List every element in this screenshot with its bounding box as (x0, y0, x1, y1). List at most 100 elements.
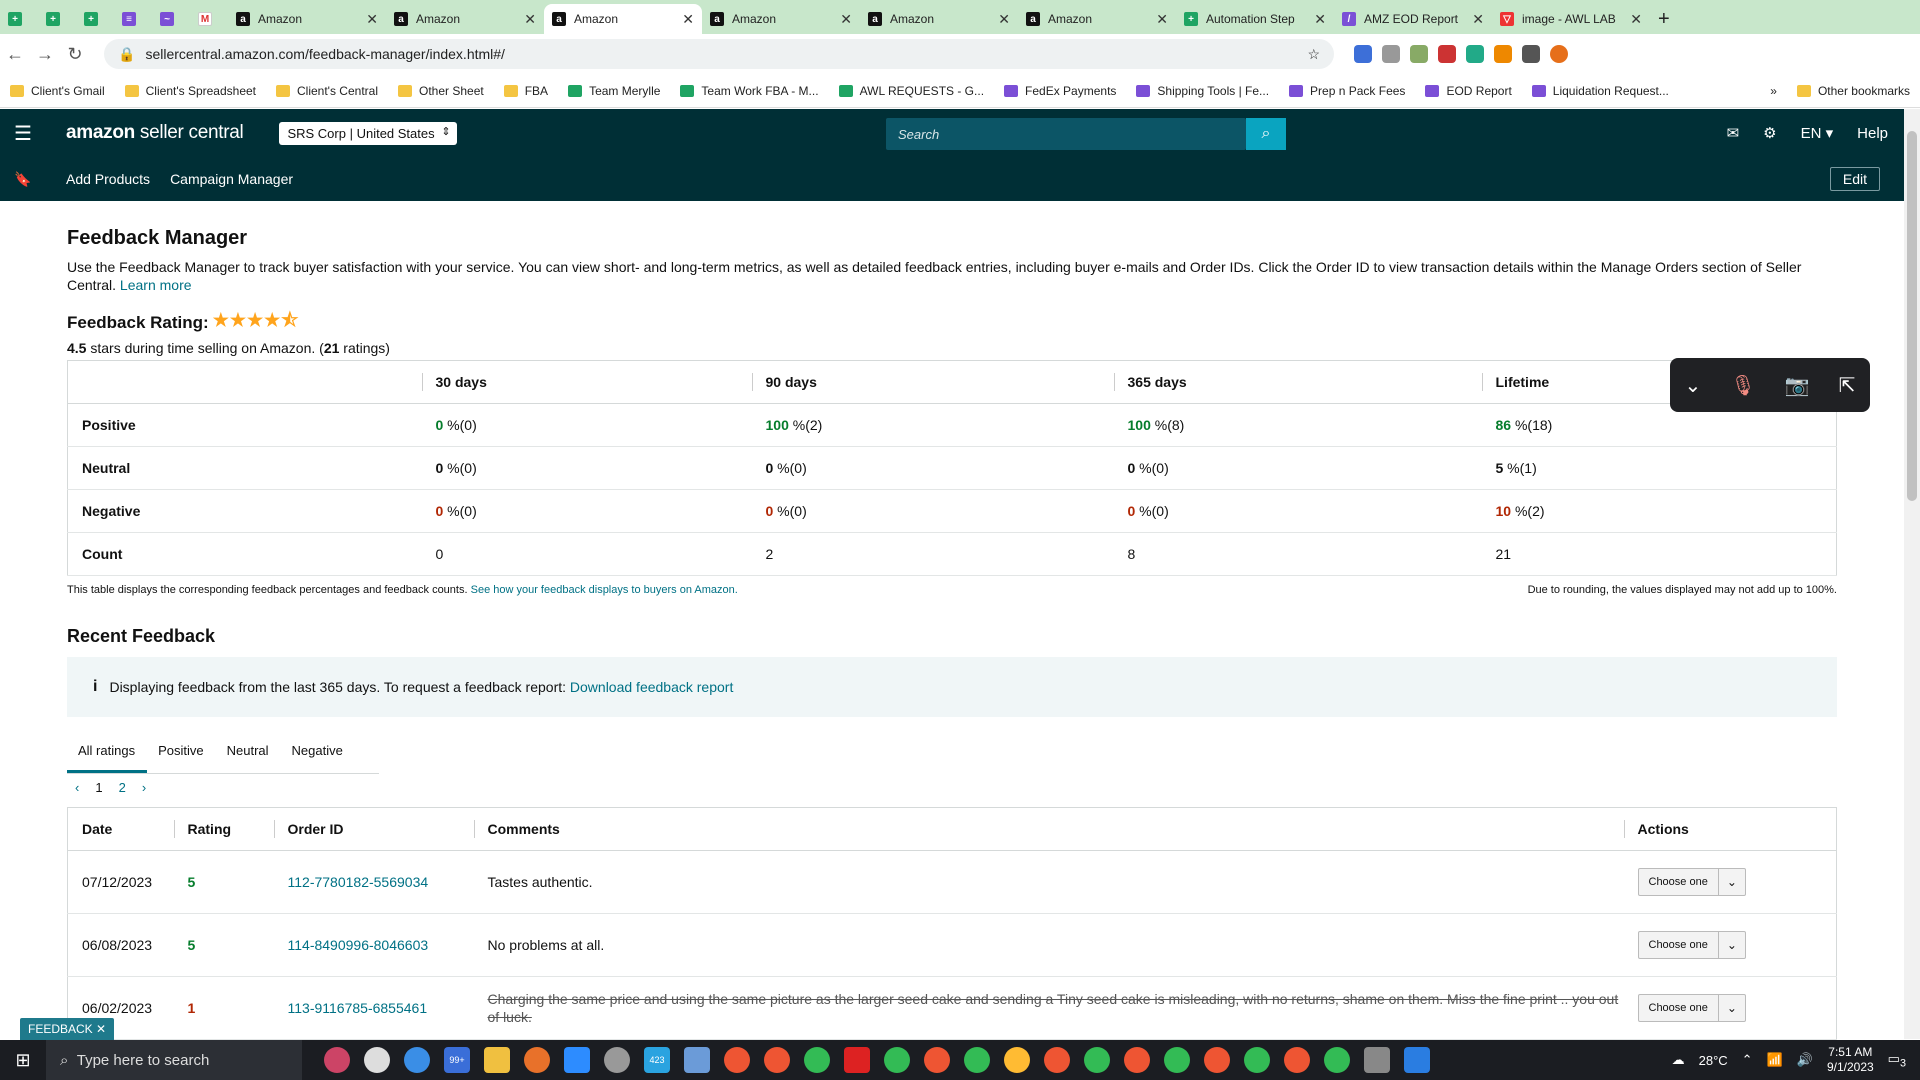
bookmark-item[interactable]: Client's Central (266, 84, 388, 98)
mic-off-icon[interactable]: 🎙 (1730, 373, 1755, 398)
extension-icon[interactable] (1354, 45, 1372, 63)
order-id-link[interactable]: 112-7780182-5569034 (273, 850, 474, 914)
extension-icon[interactable] (1494, 45, 1512, 63)
tab-all-ratings[interactable]: All ratings (67, 731, 148, 773)
browser-tab[interactable]: + (0, 4, 38, 34)
chrome-icon[interactable] (404, 1047, 430, 1073)
collapse-icon[interactable]: ⌄ (1685, 373, 1702, 398)
browser-tab[interactable]: + (38, 4, 76, 34)
choose-action-dropdown[interactable]: Choose one ⌄ (1637, 868, 1746, 896)
bookmark-item[interactable]: Team Work FBA - M... (670, 84, 828, 98)
zoom-icon[interactable] (564, 1047, 590, 1073)
chrome-profile-icon[interactable] (884, 1047, 910, 1073)
browser-tab[interactable]: ~ (152, 4, 190, 34)
camera-off-icon[interactable]: 📷 (1785, 373, 1810, 398)
browser-tab[interactable]: a Amazon ✕ (702, 4, 860, 34)
browser-tab[interactable]: ≡ (114, 4, 152, 34)
browser-tab[interactable]: ▽ image - AWL LAB ✕ (1492, 4, 1650, 34)
forward-icon[interactable]: → (30, 44, 60, 65)
menu-icon[interactable]: ☰ (0, 121, 46, 146)
seller-central-logo[interactable]: amazon seller central (66, 122, 244, 144)
windows-start-icon[interactable]: ⊞ (0, 1050, 46, 1071)
chrome-profile-icon[interactable] (1044, 1047, 1070, 1073)
share-screen-icon[interactable]: ⇱ (1839, 373, 1856, 398)
chrome-profile-icon[interactable] (1084, 1047, 1110, 1073)
gear-icon[interactable]: ⚙ (1763, 124, 1776, 142)
browser-tab[interactable]: a Amazon ✕ (860, 4, 1018, 34)
chrome-profile-icon[interactable] (964, 1047, 990, 1073)
bookmark-item[interactable]: AWL REQUESTS - G... (829, 84, 994, 98)
taskbar-search[interactable]: ⌕ Type here to search (46, 1040, 302, 1080)
task-view-icon[interactable] (364, 1047, 390, 1073)
download-report-link[interactable]: Download feedback report (570, 679, 733, 695)
bookmark-item[interactable]: EOD Report (1415, 84, 1521, 98)
learn-more-link[interactable]: Learn more (120, 277, 192, 293)
volume-icon[interactable]: 🔊 (1797, 1052, 1813, 1068)
browser-tab[interactable]: a Amazon ✕ (386, 4, 544, 34)
wifi-icon[interactable]: 📶 (1767, 1052, 1783, 1068)
close-tab-icon[interactable]: ✕ (1630, 11, 1642, 28)
account-switcher[interactable]: SRS Corp | United States (279, 121, 457, 145)
browser-tab[interactable]: a Amazon ✕ (228, 4, 386, 34)
close-tab-icon[interactable]: ✕ (1314, 11, 1326, 28)
edit-button[interactable]: Edit (1829, 167, 1880, 191)
calculator-icon[interactable] (1364, 1047, 1390, 1073)
chrome-profile-icon[interactable] (724, 1047, 750, 1073)
back-icon[interactable]: ← (0, 44, 30, 65)
feedback-tab[interactable]: FEEDBACK ✕ (20, 1018, 115, 1040)
weather-icon[interactable]: ☁ (1672, 1052, 1685, 1068)
chrome-profile-icon[interactable] (1244, 1047, 1270, 1073)
mail-app-icon[interactable]: 99+ (444, 1047, 470, 1073)
reload-icon[interactable]: ↻ (60, 44, 90, 65)
browser-tab[interactable]: + (76, 4, 114, 34)
scrollbar-thumb[interactable] (1907, 131, 1917, 501)
close-icon[interactable]: ✕ (96, 1022, 106, 1036)
firefox-icon[interactable] (524, 1047, 550, 1073)
chrome-profile-icon[interactable] (764, 1047, 790, 1073)
chrome-profile-icon[interactable] (1324, 1047, 1350, 1073)
close-tab-icon[interactable]: ✕ (682, 11, 694, 28)
chrome-profile-icon[interactable] (1204, 1047, 1230, 1073)
order-id-link[interactable]: 113-9116785-6855461 (273, 976, 474, 1040)
bookmark-item[interactable]: Liquidation Request... (1522, 84, 1679, 98)
chrome-profile-icon[interactable] (1004, 1047, 1030, 1073)
bookmark-item[interactable]: FBA (494, 84, 558, 98)
clock[interactable]: 7:51 AM 9/1/2023 (1827, 1045, 1874, 1075)
nav-campaign-manager[interactable]: Campaign Manager (170, 171, 293, 187)
browser-tab[interactable]: a Amazon ✕ (544, 4, 702, 34)
next-page-icon[interactable]: › (142, 780, 146, 795)
choose-action-dropdown[interactable]: Choose one ⌄ (1637, 994, 1746, 1022)
extension-icon[interactable] (1410, 45, 1428, 63)
bookmark-icon[interactable]: 🔖 (0, 171, 46, 188)
chrome-profile-icon[interactable] (1164, 1047, 1190, 1073)
close-tab-icon[interactable]: ✕ (998, 11, 1010, 28)
bookmark-item[interactable]: FedEx Payments (994, 84, 1126, 98)
browser-tab[interactable]: M (190, 4, 228, 34)
page-2[interactable]: 2 (119, 780, 126, 795)
choose-action-dropdown[interactable]: Choose one ⌄ (1637, 931, 1746, 959)
help-link[interactable]: Help (1857, 125, 1888, 142)
chrome-profile-icon[interactable] (1124, 1047, 1150, 1073)
search-button[interactable]: ⌕ (1246, 118, 1286, 150)
address-bar[interactable]: 🔒 sellercentral.amazon.com/feedback-mana… (104, 39, 1334, 69)
prev-page-icon[interactable]: ‹ (75, 780, 79, 795)
extension-icon[interactable] (1438, 45, 1456, 63)
close-tab-icon[interactable]: ✕ (1156, 11, 1168, 28)
close-tab-icon[interactable]: ✕ (366, 11, 378, 28)
close-tab-icon[interactable]: ✕ (840, 11, 852, 28)
bookmark-item[interactable]: Client's Gmail (0, 84, 115, 98)
tab-positive[interactable]: Positive (147, 731, 216, 773)
close-tab-icon[interactable]: ✕ (524, 11, 536, 28)
language-selector[interactable]: EN ▾ (1801, 124, 1834, 142)
order-id-link[interactable]: 114-8490996-8046603 (273, 913, 474, 977)
app-icon[interactable] (324, 1047, 350, 1073)
chrome-profile-icon[interactable] (1284, 1047, 1310, 1073)
browser-tab[interactable]: + Automation Step ✕ (1176, 4, 1334, 34)
app-icon[interactable] (684, 1047, 710, 1073)
bookmark-item[interactable]: Team Merylle (558, 84, 670, 98)
bookmark-item[interactable]: Other Sheet (388, 84, 494, 98)
search-input[interactable]: Search (886, 118, 1246, 150)
close-tab-icon[interactable]: ✕ (1472, 11, 1484, 28)
page-scrollbar[interactable] (1904, 109, 1920, 1039)
bookmark-item[interactable]: Prep n Pack Fees (1279, 84, 1415, 98)
